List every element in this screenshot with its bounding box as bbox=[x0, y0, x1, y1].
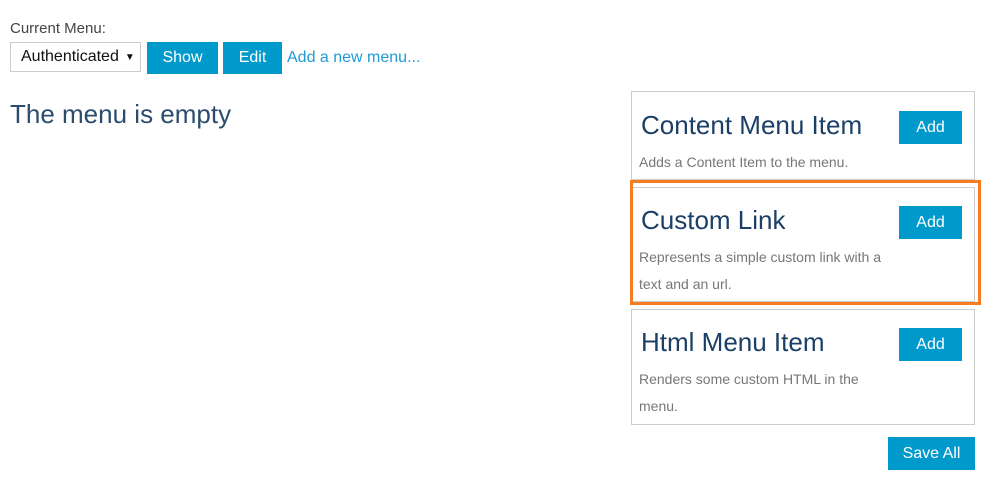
save-all-button[interactable]: Save All bbox=[888, 437, 975, 470]
panel-title: Content Menu Item bbox=[641, 110, 863, 140]
add-content-menu-item-button[interactable]: Add bbox=[899, 111, 962, 144]
menu-select-value: Authenticated bbox=[21, 48, 119, 65]
add-new-menu-link[interactable]: Add a new menu... bbox=[287, 49, 420, 67]
panel-description: Adds a Content Item to the menu. bbox=[639, 154, 849, 170]
panel-description: Renders some custom HTML in the menu. bbox=[639, 371, 859, 414]
chevron-down-icon: ▼ bbox=[124, 51, 135, 63]
edit-button[interactable]: Edit bbox=[223, 42, 282, 74]
show-button[interactable]: Show bbox=[147, 42, 218, 74]
add-html-menu-item-button[interactable]: Add bbox=[899, 328, 962, 361]
empty-menu-message: The menu is empty bbox=[10, 99, 232, 129]
menu-item-type-html: Html Menu Item Add Renders some custom H… bbox=[631, 309, 975, 425]
panel-title: Html Menu Item bbox=[641, 327, 825, 357]
highlight-box bbox=[630, 180, 981, 305]
menu-item-type-content: Content Menu Item Add Adds a Content Ite… bbox=[631, 91, 975, 180]
current-menu-label: Current Menu: bbox=[10, 20, 106, 37]
menu-select[interactable]: Authenticated ▼ bbox=[10, 42, 141, 72]
